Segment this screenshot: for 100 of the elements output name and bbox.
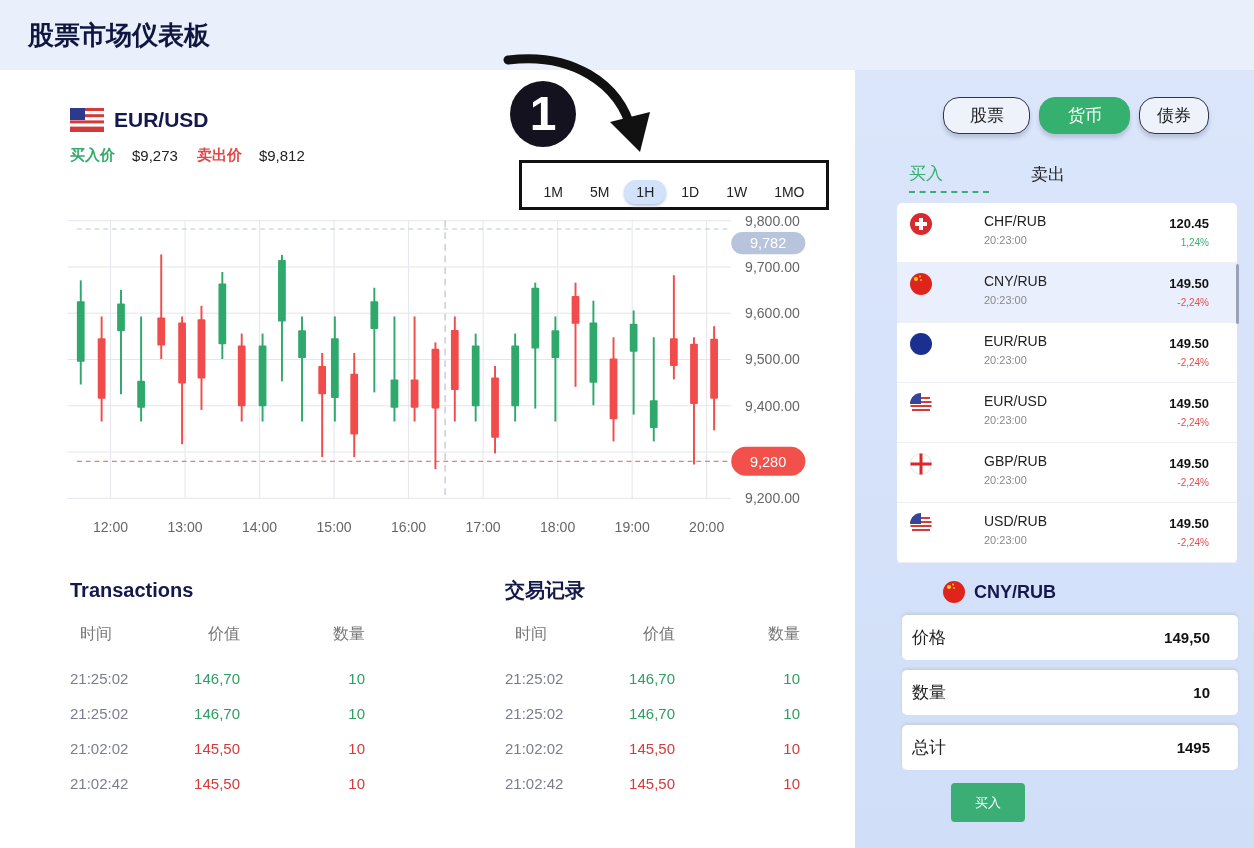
section-title: 交易记录 xyxy=(505,578,586,603)
price-change: 1,24% xyxy=(1180,237,1209,248)
table-cell-text: 10 xyxy=(782,705,800,722)
table-cell-text: 146,70 xyxy=(193,670,240,687)
dashboard-title: 股票市场仪表板 xyxy=(28,18,210,52)
pair-name: EUR/USD xyxy=(984,393,1048,409)
column-header: 价值 xyxy=(207,624,240,644)
table-cell-text: 10 xyxy=(347,775,365,792)
order-field[interactable]: 数量 10 xyxy=(902,670,1238,715)
table-cell-text: 21:25:02 xyxy=(70,705,130,722)
quote-time: 20:23:00 xyxy=(984,534,1028,546)
timeframe-tab[interactable]: 1W xyxy=(714,180,760,204)
axis-label: 9,800.00 xyxy=(745,212,800,229)
ask-label: 卖出价 xyxy=(196,146,242,165)
quote-price: 149.50 xyxy=(1169,276,1209,291)
axis-label: 18:00 xyxy=(540,519,576,536)
pair-name: EUR/RUB xyxy=(984,333,1048,349)
axis-label: 9,600.00 xyxy=(745,305,800,322)
axis-label: 9,200.00 xyxy=(745,490,800,507)
table-cell-text: 146,70 xyxy=(628,705,675,722)
table-cell-text: 21:02:42 xyxy=(70,775,130,792)
quote-price: 120.45 xyxy=(1169,216,1209,231)
table-cell-text: 10 xyxy=(347,670,365,687)
quote-row[interactable]: EUR/RUB 20:23:00 149.50 -2,24% xyxy=(897,323,1237,383)
table-cell-text: 10 xyxy=(782,775,800,792)
flag-icon xyxy=(70,108,104,132)
quote-row[interactable]: USD/RUB 20:23:00 149.50 -2,24% xyxy=(897,503,1237,563)
bid-label: 买入价 xyxy=(70,146,115,165)
flag-icon xyxy=(943,581,965,603)
quote-row[interactable]: GBP/RUB 20:23:00 149.50 -2,24% xyxy=(897,443,1237,503)
table-cell-text: 146,70 xyxy=(628,670,675,687)
price-change: -2,24% xyxy=(1177,537,1209,548)
quote-row[interactable]: EUR/USD 20:23:00 149.50 -2,24% xyxy=(897,383,1237,443)
axis-label: 9,700.00 xyxy=(745,258,800,275)
category-button[interactable]: 股票 xyxy=(943,97,1030,134)
side-tab[interactable]: 卖出 xyxy=(1031,162,1087,193)
quote-time: 20:23:00 xyxy=(984,414,1028,426)
flag-icon xyxy=(910,453,932,475)
price-change: -2,24% xyxy=(1177,357,1209,368)
table-cell-text: 10 xyxy=(782,670,800,687)
scrollbar-thumb[interactable] xyxy=(1236,264,1239,324)
category-button[interactable]: 债券 xyxy=(1139,97,1209,134)
pair-name: GBP/RUB xyxy=(984,453,1048,469)
axis-label: 15:00 xyxy=(316,519,352,536)
axis-label: 17:00 xyxy=(465,519,501,536)
axis-label: 19:00 xyxy=(614,519,650,536)
section-title: Transactions xyxy=(70,578,195,603)
axis-label: 9,400.00 xyxy=(745,397,800,414)
timeframe-tab[interactable]: 1H xyxy=(624,180,667,204)
table-cell-text: 21:25:02 xyxy=(70,670,130,687)
pair-name: EUR/USD xyxy=(114,108,209,132)
flag-icon xyxy=(910,213,932,235)
timeframe-tab[interactable]: 5M xyxy=(577,180,622,204)
price-change: -2,24% xyxy=(1177,297,1209,308)
quote-price: 149.50 xyxy=(1169,396,1209,411)
annotation-drawing: 1 xyxy=(500,52,670,172)
table-cell-text: 10 xyxy=(347,705,365,722)
price-change: -2,24% xyxy=(1177,417,1209,428)
table-cell-text: 146,70 xyxy=(193,705,240,722)
axis-label: 13:00 xyxy=(167,519,203,536)
price-tag-text: 9,782 xyxy=(749,235,787,252)
quote-time: 20:23:00 xyxy=(984,234,1028,246)
axis-label: 9,500.00 xyxy=(745,351,800,368)
quote-time: 20:23:00 xyxy=(984,354,1028,366)
timeframe-tab[interactable]: 1M xyxy=(531,180,575,204)
table-cell-text: 21:02:02 xyxy=(70,740,130,757)
column-header: 数量 xyxy=(332,624,365,644)
quote-time: 20:23:00 xyxy=(984,294,1028,306)
order-pair: CNY/RUB xyxy=(974,581,1056,603)
timeframe-tab[interactable]: 1MO xyxy=(762,180,817,204)
column-header: 数量 xyxy=(767,624,800,644)
timeframe-tab[interactable]: 1D xyxy=(669,180,712,204)
axis-label: 14:00 xyxy=(242,519,278,536)
quote-price: 149.50 xyxy=(1169,336,1209,351)
pair-name: CNY/RUB xyxy=(984,273,1048,289)
price-change: -2,24% xyxy=(1177,477,1209,488)
axis-label: 20:00 xyxy=(689,519,725,536)
table-cell-text: 145,50 xyxy=(628,775,675,792)
table-cell-text: 145,50 xyxy=(193,740,240,757)
pair-name: CHF/RUB xyxy=(984,213,1048,229)
table-cell-text: 21:25:02 xyxy=(505,705,565,722)
axis-label: 12:00 xyxy=(93,519,129,536)
column-header: 时间 xyxy=(515,624,548,644)
quote-price: 149.50 xyxy=(1169,516,1209,531)
price-tag-text: 9,280 xyxy=(749,453,787,470)
flag-icon xyxy=(910,273,932,295)
table-cell-text: 21:25:02 xyxy=(505,670,565,687)
order-field[interactable]: 价格 149,50 xyxy=(902,615,1238,660)
table-cell-text: 21:02:02 xyxy=(505,740,565,757)
table-cell-text: 10 xyxy=(347,740,365,757)
flag-icon xyxy=(910,333,932,355)
quote-time: 20:23:00 xyxy=(984,474,1028,486)
bid-price: $9,273 xyxy=(132,147,178,164)
quote-row[interactable]: CNY/RUB 20:23:00 149.50 -2,24% xyxy=(897,263,1237,323)
order-field[interactable]: 总计 1495 xyxy=(902,725,1238,770)
pair-name: USD/RUB xyxy=(984,513,1048,529)
column-header: 时间 xyxy=(80,624,113,644)
table-cell-text: 145,50 xyxy=(193,775,240,792)
table-cell-text: 10 xyxy=(782,740,800,757)
axis-label: 16:00 xyxy=(391,519,427,536)
